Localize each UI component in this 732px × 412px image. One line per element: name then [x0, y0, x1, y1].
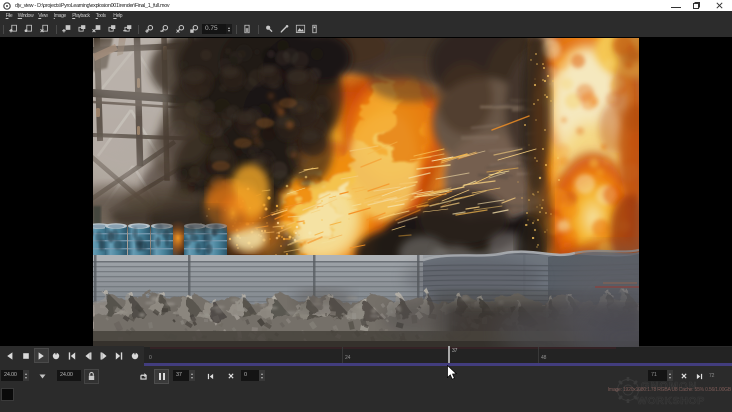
- svg-text:WORKSHOP: WORKSHOP: [637, 395, 705, 407]
